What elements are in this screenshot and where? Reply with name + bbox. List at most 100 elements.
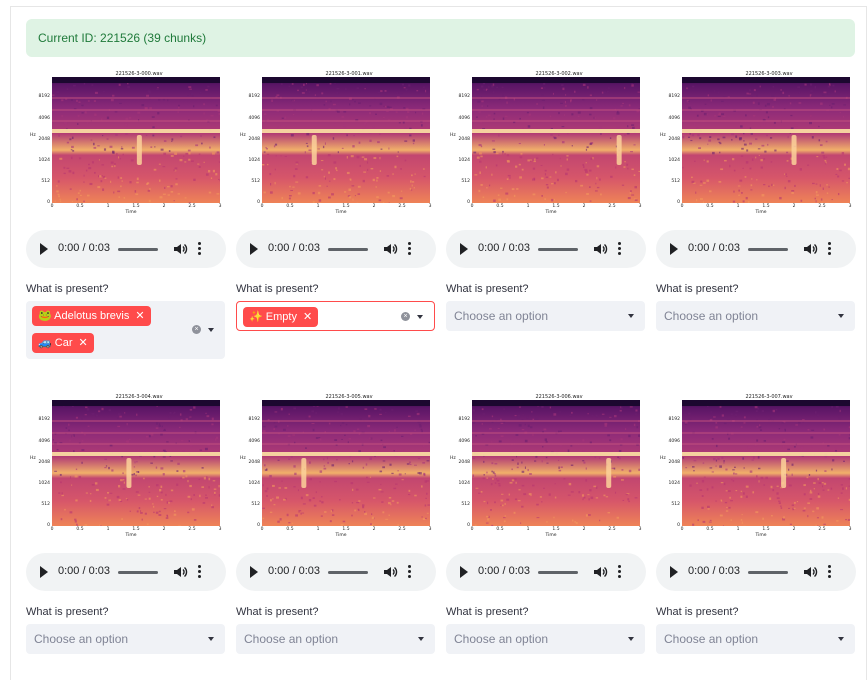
volume-icon[interactable] <box>802 241 818 257</box>
volume-icon[interactable] <box>382 564 398 580</box>
spectrogram-image <box>682 400 852 528</box>
chevron-down-icon[interactable] <box>418 637 424 641</box>
play-icon[interactable] <box>460 566 468 578</box>
volume-icon[interactable] <box>592 241 608 257</box>
spectrogram-x-tick: 0.5 <box>76 204 84 209</box>
selected-tag: 🚙 Car ✕ <box>32 333 94 353</box>
audio-player[interactable]: 0:00 / 0:03 <box>236 553 436 591</box>
multiselect[interactable]: Choose an option <box>26 624 225 654</box>
spectrogram-y-tick: 8192 <box>38 417 50 422</box>
audio-time: 0:00 / 0:03 <box>478 242 530 254</box>
clear-icon[interactable]: × <box>401 312 410 321</box>
audio-time: 0:00 / 0:03 <box>268 242 320 254</box>
spectrogram-x-label: Time <box>545 533 557 538</box>
play-icon[interactable] <box>250 243 258 255</box>
chevron-down-icon[interactable] <box>628 637 634 641</box>
spectrogram-x-label: Time <box>335 533 347 538</box>
multiselect[interactable]: Choose an option <box>236 624 435 654</box>
spectrogram-y-tick: 512 <box>461 502 470 507</box>
spectrogram-x-tick: 1 <box>736 527 740 532</box>
multiselect[interactable]: Choose an option <box>656 301 855 331</box>
close-icon[interactable]: ✕ <box>79 337 88 349</box>
play-icon[interactable] <box>670 243 678 255</box>
audio-seek-slider[interactable] <box>118 571 158 574</box>
multiselect[interactable]: Choose an option <box>446 624 645 654</box>
audio-seek-slider[interactable] <box>748 248 788 251</box>
chevron-down-icon[interactable] <box>628 314 634 318</box>
clip-cell: 221526-3-007.wav 8192 4096 2048 1024 512 0 Hz 0 0… <box>656 393 856 655</box>
audio-player[interactable]: 0:00 / 0:03 <box>656 230 856 268</box>
clip-cell: 221526-3-000.wav 8192 4096 2048 1024 512 0 Hz 0 0… <box>26 70 226 359</box>
audio-player[interactable]: 0:00 / 0:03 <box>446 553 646 591</box>
audio-seek-slider[interactable] <box>328 248 368 251</box>
chevron-down-icon[interactable] <box>838 314 844 318</box>
multiselect[interactable]: Choose an option <box>656 624 855 654</box>
more-vert-icon[interactable] <box>196 241 202 257</box>
more-vert-icon[interactable] <box>826 241 832 257</box>
spectrogram-x-tick: 1.5 <box>342 527 350 532</box>
multiselect[interactable]: Choose an option <box>446 301 645 331</box>
more-vert-icon[interactable] <box>616 564 622 580</box>
chevron-down-icon[interactable] <box>208 637 214 641</box>
spectrogram-x-tick: 2 <box>792 204 796 209</box>
more-vert-icon[interactable] <box>406 241 412 257</box>
volume-icon[interactable] <box>172 564 188 580</box>
more-vert-icon[interactable] <box>406 564 412 580</box>
spectrogram-x-tick: 0 <box>680 204 684 209</box>
spectrogram-x-tick: 3 <box>218 204 222 209</box>
audio-player[interactable]: 0:00 / 0:03 <box>236 230 436 268</box>
volume-icon[interactable] <box>382 241 398 257</box>
select-placeholder: Choose an option <box>244 632 339 646</box>
close-icon[interactable]: ✕ <box>135 310 144 322</box>
audio-player[interactable]: 0:00 / 0:03 <box>446 230 646 268</box>
spectrogram-x-tick: 2.5 <box>188 527 196 532</box>
spectrogram-x-tick: 1.5 <box>132 527 140 532</box>
select-placeholder: Choose an option <box>664 309 759 323</box>
play-icon[interactable] <box>40 566 48 578</box>
spectrogram-y-label: Hz <box>450 133 456 138</box>
spectrogram-image <box>262 77 430 206</box>
multiselect[interactable]: 🐸 Adelotus brevis ✕ 🚙 Car ✕ × <box>26 301 225 359</box>
chevron-down-icon[interactable] <box>838 637 844 641</box>
volume-icon[interactable] <box>592 564 608 580</box>
audio-seek-slider[interactable] <box>538 571 578 574</box>
chevron-down-icon[interactable] <box>417 315 423 319</box>
spectrogram-image <box>52 400 222 528</box>
audio-seek-slider[interactable] <box>538 248 578 251</box>
more-vert-icon[interactable] <box>826 564 832 580</box>
audio-time: 0:00 / 0:03 <box>478 565 530 577</box>
audio-player[interactable]: 0:00 / 0:03 <box>656 553 856 591</box>
audio-seek-slider[interactable] <box>328 571 368 574</box>
audio-time: 0:00 / 0:03 <box>268 565 320 577</box>
spectrogram-x-tick: 2 <box>162 527 166 532</box>
close-icon[interactable]: ✕ <box>303 311 312 323</box>
spectrogram-x-tick: 3 <box>638 527 642 532</box>
more-vert-icon[interactable] <box>616 241 622 257</box>
spectrogram-x-tick: 0.5 <box>706 204 714 209</box>
play-icon[interactable] <box>670 566 678 578</box>
spectrogram-x-tick: 2 <box>582 204 586 209</box>
volume-icon[interactable] <box>802 564 818 580</box>
spectrogram-x-tick: 2.5 <box>818 204 826 209</box>
spectrogram-x-tick: 1.5 <box>762 204 770 209</box>
audio-seek-slider[interactable] <box>118 248 158 251</box>
audio-player[interactable]: 0:00 / 0:03 <box>26 230 226 268</box>
spectrogram-figure: 221526-3-003.wav 8192 4096 2048 1024 512 0 Hz 0 0… <box>656 70 856 220</box>
select-placeholder: Choose an option <box>454 309 549 323</box>
multiselect[interactable]: ✨ Empty ✕ × <box>236 301 435 331</box>
spectrogram-y-tick: 4096 <box>668 439 680 444</box>
spectrogram-x-tick: 1 <box>316 204 320 209</box>
play-icon[interactable] <box>250 566 258 578</box>
chevron-down-icon[interactable] <box>208 328 214 332</box>
clear-icon[interactable]: × <box>192 325 201 334</box>
audio-seek-slider[interactable] <box>748 571 788 574</box>
spectrogram-x-tick: 2.5 <box>188 204 196 209</box>
clip-cell: 221526-3-001.wav 8192 4096 2048 1024 512 0 Hz 0 0… <box>236 70 436 332</box>
volume-icon[interactable] <box>172 241 188 257</box>
play-icon[interactable] <box>460 243 468 255</box>
more-vert-icon[interactable] <box>196 564 202 580</box>
spectrogram-y-tick: 1024 <box>248 158 260 163</box>
play-icon[interactable] <box>40 243 48 255</box>
audio-player[interactable]: 0:00 / 0:03 <box>26 553 226 591</box>
spectrogram-y-tick: 8192 <box>668 417 680 422</box>
